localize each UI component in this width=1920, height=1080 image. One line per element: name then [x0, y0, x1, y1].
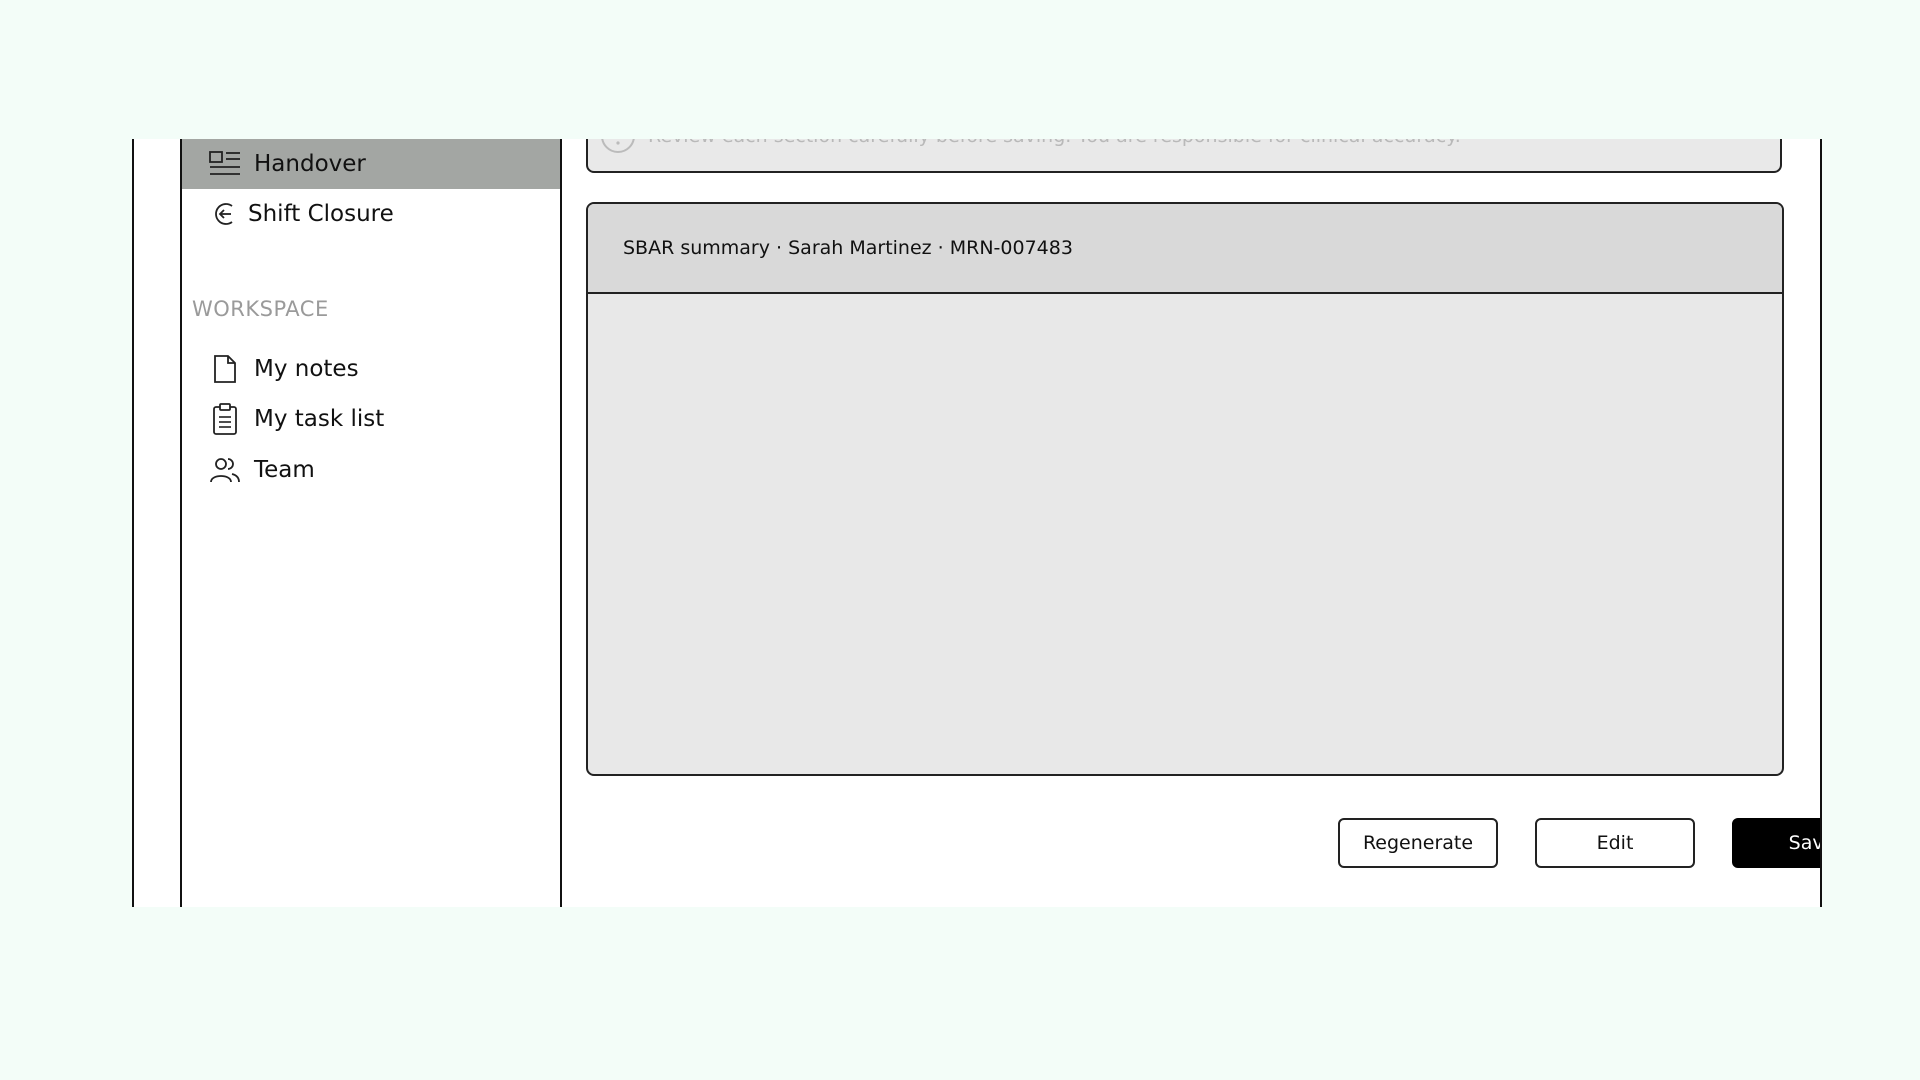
- clipboard-icon: [208, 402, 242, 436]
- sidebar: Handover Shift Closure WORKSPACE My note…: [180, 139, 562, 907]
- users-icon: [208, 453, 242, 487]
- sidebar-item-handover[interactable]: Handover: [182, 139, 560, 189]
- app-frame: Handover Shift Closure WORKSPACE My note…: [132, 139, 1822, 907]
- summary-header: SBAR summary · Sarah Martinez · MRN-0074…: [588, 204, 1782, 294]
- edit-button[interactable]: Edit: [1535, 818, 1695, 868]
- sidebar-item-label: Shift Closure: [248, 201, 394, 227]
- sidebar-item-shift-closure[interactable]: Shift Closure: [182, 189, 560, 239]
- sidebar-item-my-notes[interactable]: My notes: [182, 344, 560, 394]
- sidebar-item-team[interactable]: Team: [182, 445, 560, 495]
- sidebar-item-label: Team: [254, 457, 315, 483]
- summary-body[interactable]: [588, 294, 1782, 774]
- review-notice: Review each section carefully before sav…: [586, 139, 1782, 173]
- list-layout-icon: [208, 147, 242, 181]
- sbar-summary-card: SBAR summary · Sarah Martinez · MRN-0074…: [586, 202, 1784, 776]
- sidebar-item-label: Handover: [254, 151, 366, 177]
- main-content: Review each section carefully before sav…: [562, 139, 1820, 907]
- exit-arrow-icon: [208, 197, 242, 231]
- regenerate-button[interactable]: Regenerate: [1338, 818, 1498, 868]
- info-icon: [600, 139, 636, 154]
- document-icon: [208, 352, 242, 386]
- sidebar-item-my-task-list[interactable]: My task list: [182, 394, 560, 444]
- action-bar: Regenerate Edit Save: [562, 818, 1820, 868]
- save-button[interactable]: Save: [1732, 818, 1820, 868]
- workspace-section-label: WORKSPACE: [192, 297, 329, 321]
- notice-text: Review each section carefully before sav…: [648, 139, 1461, 147]
- sidebar-item-label: My task list: [254, 406, 385, 432]
- sidebar-item-label: My notes: [254, 356, 359, 382]
